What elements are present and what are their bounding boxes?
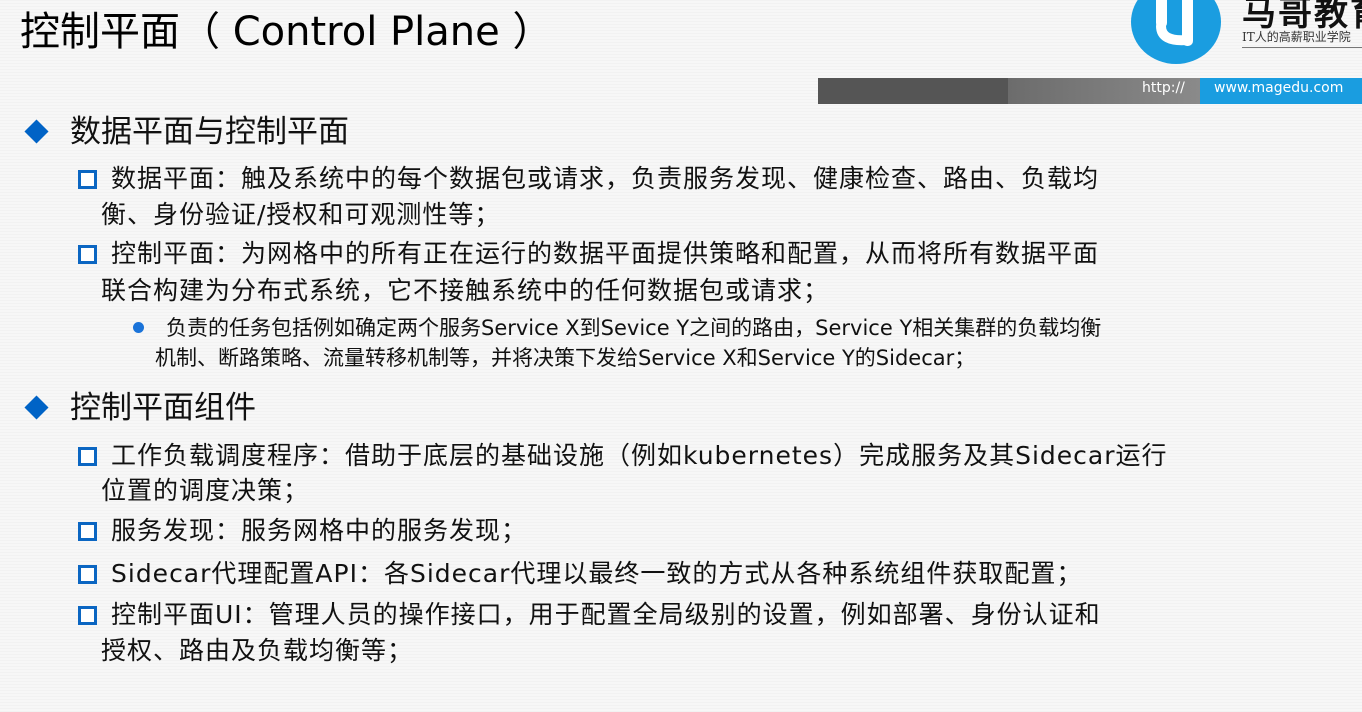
square-bullet-icon [78,447,97,466]
magedu-logo-icon [1131,0,1221,64]
section-heading: 控制平面组件 [70,390,256,426]
item-text-line: 服务发现：服务网格中的服务发现； [111,516,528,545]
item-text-line: 衡、身份验证/授权和可观测性等； [101,200,501,229]
slide-title: 控制平面（ Control Plane ） [20,9,553,55]
diamond-bullet-icon [24,395,49,420]
item-text-line: 数据平面：触及系统中的每个数据包或请求，负责服务发现、健康检查、路由、负载均 [111,164,1100,193]
square-bullet-icon [78,565,97,584]
sub-item-text-line: 负责的任务包括例如确定两个服务Service X到Sevice Y之间的路由，S… [166,316,1102,340]
round-bullet-icon [133,322,144,333]
square-bullet-icon [78,245,97,264]
item-text-line: 位置的调度决策； [101,476,310,505]
magedu-logo: 马哥教育 IT人的高薪职业学院 [1130,0,1362,76]
item-text-line: Sidecar代理配置API：各Sidecar代理以最终一致的方式从各种系统组件… [111,559,1083,588]
square-bullet-icon [78,170,97,189]
item-text-line: 授权、路由及负载均衡等； [101,636,414,665]
diamond-bullet-icon [24,119,49,144]
logo-tagline: IT人的高薪职业学院 [1242,28,1362,48]
sub-item-text-line: 机制、断路策略、流量转移机制等，并将决策下发给Service X和Service… [155,346,976,370]
item-text-line: 联合构建为分布式系统，它不接触系统中的任何数据包或请求； [101,276,830,305]
section-heading: 数据平面与控制平面 [70,114,349,150]
url-banner-dark-segment [818,78,1008,104]
url-banner: http:// www.magedu.com [818,78,1362,104]
item-text-line: 控制平面：为网格中的所有正在运行的数据平面提供策略和配置，从而将所有数据平面 [111,239,1100,268]
square-bullet-icon [78,522,97,541]
url-prefix: http:// [1142,80,1185,96]
item-text-line: 工作负载调度程序：借助于底层的基础设施（例如kubernetes）完成服务及其S… [111,441,1168,470]
url-site: www.magedu.com [1214,80,1344,96]
square-bullet-icon [78,606,97,625]
item-text-line: 控制平面UI：管理人员的操作接口，用于配置全局级别的设置，例如部署、身份认证和 [111,600,1101,629]
